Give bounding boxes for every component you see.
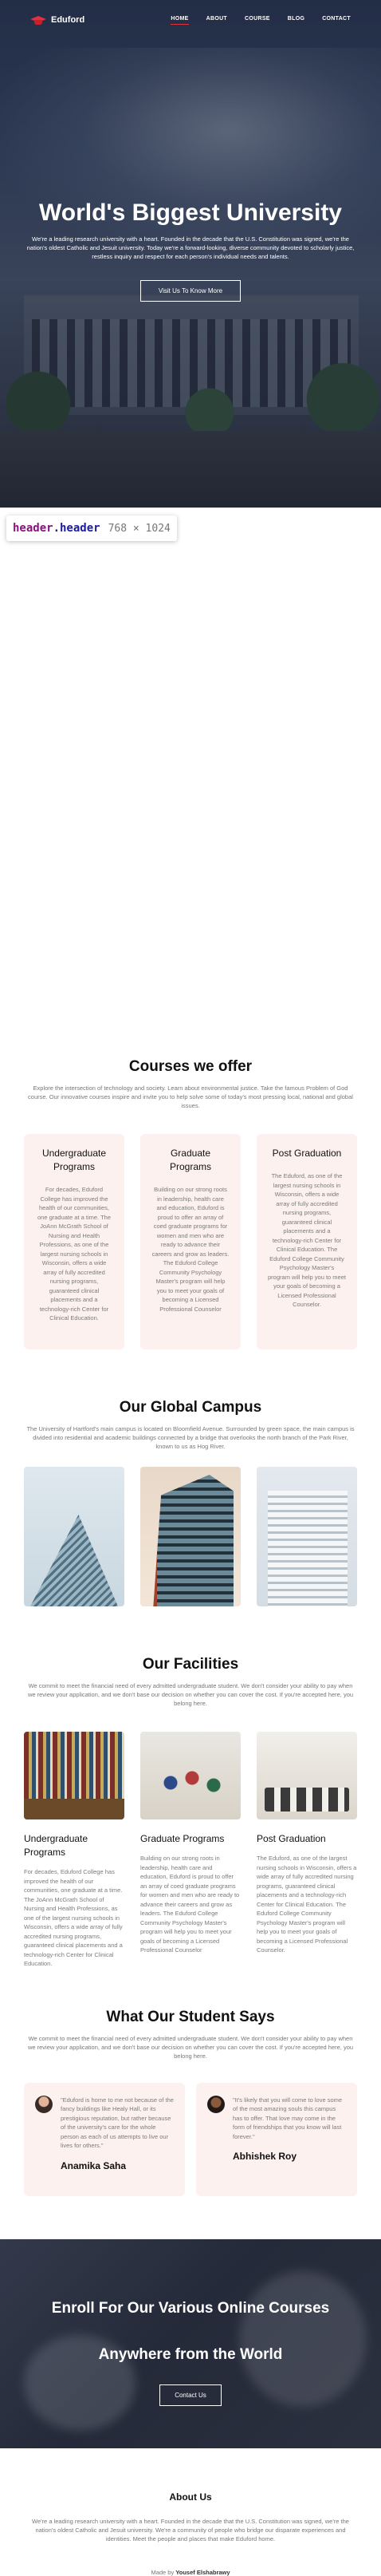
course-card-text: For decades, Eduford College has improve… bbox=[37, 1186, 111, 1322]
testimonial-name: Abhishek Roy bbox=[233, 2151, 297, 2162]
nav-item-home[interactable]: HOME bbox=[171, 16, 189, 25]
about-text: We're a leading research university with… bbox=[32, 2517, 349, 2542]
library-image bbox=[24, 1732, 124, 1819]
enroll-content: Enroll For Our Various Online Courses An… bbox=[0, 2239, 381, 2406]
facility-title: Post Graduation bbox=[257, 1833, 326, 1844]
devtools-element-tooltip: header.header 768 × 1024 bbox=[6, 516, 177, 541]
author-name: Yousef Elshabrawy bbox=[175, 2568, 230, 2576]
testimonial-card: "Eduford is home to me not because of th… bbox=[24, 2082, 185, 2196]
facilities-section: Our Facilities We commit to meet the fin… bbox=[0, 1656, 381, 1969]
graduation-cap-icon bbox=[30, 14, 46, 26]
campus-gallery bbox=[24, 1467, 357, 1606]
testimonial-quote: "Eduford is home to me not because of th… bbox=[61, 2096, 174, 2150]
about-title: About Us bbox=[169, 2491, 212, 2503]
campus-title: Our Global Campus bbox=[119, 1399, 262, 1416]
nav-item-course[interactable]: COURSE bbox=[245, 16, 270, 25]
facility-text: Building on our strong roots in leadersh… bbox=[140, 1855, 240, 1954]
nav-menu: HOME ABOUT COURSE BLOG CONTACT bbox=[171, 16, 351, 25]
logo-text: Eduford bbox=[51, 15, 85, 25]
contact-us-button[interactable]: Contact Us bbox=[159, 2384, 222, 2406]
hero-title: World's Biggest University bbox=[39, 200, 342, 226]
course-card: Post Graduation The Eduford, as one of t… bbox=[257, 1134, 357, 1349]
basketball-image bbox=[140, 1732, 241, 1819]
facility-item: Undergraduate Programs For decades, Eduf… bbox=[24, 1832, 124, 1969]
hero-text: We're a leading research university with… bbox=[26, 235, 355, 260]
devtools-selector: header.header bbox=[13, 522, 100, 535]
campus-image[interactable] bbox=[140, 1467, 241, 1606]
courses-intro: Explore the intersection of technology a… bbox=[28, 1085, 353, 1109]
devtools-dimensions: 768 × 1024 bbox=[108, 522, 171, 535]
logo-link[interactable]: Eduford bbox=[30, 14, 84, 26]
course-card-text: The Eduford, as one of the largest nursi… bbox=[268, 1172, 346, 1308]
nav-item-about[interactable]: ABOUT bbox=[206, 16, 227, 25]
enroll-banner: Enroll For Our Various Online Courses An… bbox=[0, 2238, 381, 2448]
facility-title: Graduate Programs bbox=[140, 1833, 225, 1844]
facility-text: The Eduford, as one of the largest nursi… bbox=[257, 1855, 357, 1954]
navbar: Eduford HOME ABOUT COURSE BLOG CONTACT bbox=[0, 0, 381, 40]
avatar bbox=[35, 2095, 53, 2113]
campus-section: Our Global Campus The University of Hart… bbox=[0, 1399, 381, 1606]
testimonial-name: Anamika Saha bbox=[61, 2159, 127, 2171]
facility-text: For decades, Eduford College has improve… bbox=[24, 1868, 123, 1967]
about-section: About Us We're a leading research univer… bbox=[0, 2491, 381, 2543]
campus-intro: The University of Hartford's main campus… bbox=[26, 1425, 355, 1450]
testimonial-card: "It's likely that you will come to love … bbox=[196, 2082, 357, 2196]
campus-image[interactable] bbox=[257, 1467, 357, 1606]
facility-item: Post Graduation The Eduford, as one of t… bbox=[257, 1832, 357, 1969]
nav-item-contact[interactable]: CONTACT bbox=[322, 16, 351, 25]
avatar bbox=[207, 2095, 225, 2113]
testimonials-section: What Our Student Says We commit to meet … bbox=[0, 2009, 381, 2196]
campus-image[interactable] bbox=[24, 1467, 124, 1606]
course-card: Undergraduate Programs For decades, Eduf… bbox=[24, 1134, 124, 1349]
testimonials-title: What Our Student Says bbox=[106, 2008, 275, 2025]
header: Eduford HOME ABOUT COURSE BLOG CONTACT W… bbox=[0, 0, 381, 508]
course-card: Graduate Programs Building on our strong… bbox=[140, 1134, 241, 1349]
hero-content: World's Biggest University We're a leadi… bbox=[0, 200, 381, 302]
made-by-label: Made by bbox=[151, 2568, 175, 2576]
testimonials-intro: We commit to meet the financial need of … bbox=[27, 2034, 354, 2060]
facilities-title: Our Facilities bbox=[142, 1656, 239, 1673]
facilities-intro: We commit to meet the financial need of … bbox=[27, 1682, 354, 1707]
visit-us-button[interactable]: Visit Us To Know More bbox=[139, 280, 242, 302]
testimonial-cards: "Eduford is home to me not because of th… bbox=[24, 2082, 357, 2196]
course-card-title: Graduate Programs bbox=[169, 1148, 211, 1172]
facility-item: Graduate Programs Building on our strong… bbox=[140, 1832, 241, 1969]
courses-title: Courses we offer bbox=[128, 1058, 253, 1075]
facility-title: Undergraduate Programs bbox=[24, 1833, 88, 1858]
course-cards: Undergraduate Programs For decades, Eduf… bbox=[24, 1134, 357, 1349]
course-card-title: Undergraduate Programs bbox=[41, 1148, 107, 1172]
enroll-title-line1: Enroll For Our Various Online Courses bbox=[51, 2299, 330, 2317]
courses-section: Courses we offer Explore the intersectio… bbox=[0, 1058, 381, 1349]
nav-item-blog[interactable]: BLOG bbox=[288, 16, 304, 25]
cafeteria-image bbox=[257, 1732, 357, 1819]
facilities-list: Undergraduate Programs For decades, Eduf… bbox=[24, 1832, 357, 1969]
course-card-text: Building on our strong roots in leadersh… bbox=[151, 1186, 230, 1313]
course-card-title: Post Graduation bbox=[272, 1148, 342, 1159]
footer: Made by Yousef Elshabrawy bbox=[0, 2569, 381, 2576]
facilities-gallery bbox=[24, 1732, 357, 1819]
enroll-title-line2: Anywhere from the World bbox=[98, 2345, 283, 2363]
testimonial-quote: "It's likely that you will come to love … bbox=[233, 2096, 343, 2140]
